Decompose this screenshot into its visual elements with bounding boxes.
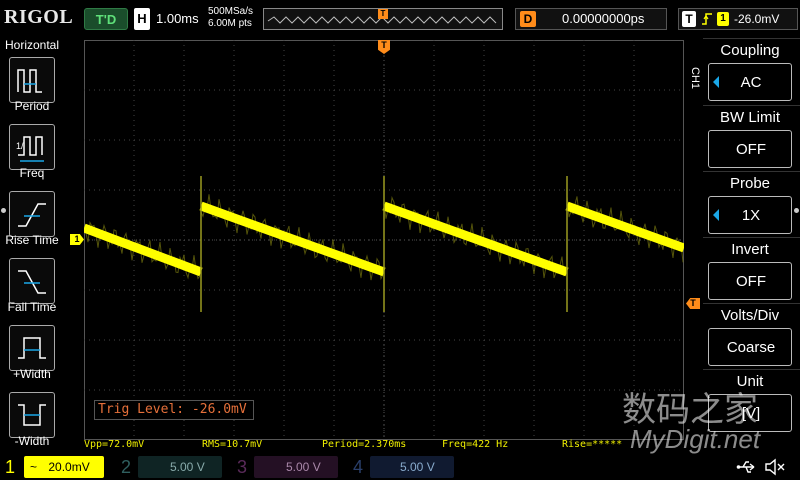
volts-div-title: Volts/Div [720, 307, 780, 324]
ch4-status[interactable]: 4 5.00 V [348, 454, 460, 480]
invert-value: OFF [736, 273, 766, 290]
trigger-channel: 1 [717, 12, 729, 26]
coupling-value: AC [740, 74, 762, 91]
ch3-status[interactable]: 3 5.00 V [232, 454, 344, 480]
ch2-scale: 5.00 V [138, 456, 222, 478]
negative-width-button[interactable] [9, 392, 55, 438]
delay-box[interactable]: D 0.00000000ps [515, 8, 667, 30]
right-menu-handle[interactable] [794, 208, 799, 213]
ch1-status[interactable]: 1 ~ 20.0mV [0, 454, 110, 480]
rising-edge-icon [702, 13, 712, 25]
negative-width-icon [18, 404, 46, 426]
freq-button[interactable]: 1/ [9, 124, 55, 170]
positive-width-icon [18, 337, 46, 359]
ch1-coupling-icon: ~ [30, 460, 38, 474]
ch2-status[interactable]: 2 5.00 V [116, 454, 228, 480]
ch3-number: 3 [236, 457, 247, 477]
ch3-scale: 5.00 V [254, 456, 338, 478]
probe-value-box[interactable]: 1X [708, 196, 792, 234]
ch1-number: 1 [4, 457, 15, 477]
timebase-label: H [134, 8, 150, 30]
bw-limit-title: BW Limit [720, 109, 780, 126]
channel-tag: CH1 [689, 66, 701, 89]
waveform-ramp [82, 223, 203, 277]
trigger-panel[interactable]: T 1 -26.0mV [678, 8, 798, 30]
acquisition-info: 500MSa/s 6.00M pts [208, 6, 253, 30]
volts-div-group[interactable]: Volts/Div Coarse [703, 303, 800, 367]
ch2-number: 2 [120, 457, 131, 477]
ch1-offset-marker[interactable]: 1 [70, 234, 84, 245]
rms-measurement[interactable]: RMS=10.7mV [202, 439, 262, 450]
positive-width-button[interactable] [9, 325, 55, 371]
fall-time-button[interactable] [9, 258, 55, 304]
left-menu-handle[interactable] [1, 208, 6, 213]
frequency-icon: 1/ [16, 136, 44, 162]
coupling-value-box[interactable]: AC [708, 63, 792, 101]
top-status-bar: RIGOL T'D H 1.00ms 500MSa/s 6.00M pts T … [0, 0, 800, 38]
rise-time-button[interactable] [9, 191, 55, 237]
ch1-scale: 20.0mV [48, 460, 90, 474]
period-button[interactable] [9, 57, 55, 103]
positive-width-label: +Width [13, 367, 51, 381]
freq-label: Freq [19, 166, 45, 180]
channel-status-bar: 1 ~ 20.0mV 2 5.00 V 3 5.00 V 4 5.00 V [0, 454, 800, 480]
measurement-bar: Vpp=72.0mV RMS=10.7mV Period=2.370ms Fre… [84, 437, 700, 453]
vpp-measurement[interactable]: Vpp=72.0mV [84, 439, 144, 450]
trigger-level-value: -26.0mV [734, 12, 780, 26]
ch4-number: 4 [352, 457, 363, 477]
probe-group[interactable]: Probe 1X [703, 171, 800, 235]
bw-limit-value-box[interactable]: OFF [708, 130, 792, 168]
ch4-scale: 5.00 V [370, 456, 454, 478]
period-icon [17, 69, 42, 93]
negative-width-label: -Width [14, 434, 50, 448]
delay-label: D [520, 11, 536, 27]
usb-icon [736, 461, 755, 473]
channel-menu: CH1 Coupling AC BW Limit OFF Probe 1X In… [689, 38, 800, 440]
trigger-label: T [682, 11, 696, 27]
period-label: Period [14, 99, 50, 113]
memory-depth: 6.00M pts [208, 18, 252, 29]
speaker-muted-icon[interactable] [764, 458, 786, 476]
volts-div-value-box[interactable]: Coarse [708, 328, 792, 366]
trigger-level-popup: Trig Level: -26.0mV [94, 400, 254, 420]
invert-value-box[interactable]: OFF [708, 262, 792, 300]
coupling-title: Coupling [720, 42, 780, 59]
freq-measurement[interactable]: Freq=422 Hz [442, 439, 508, 450]
svg-text:1/: 1/ [16, 141, 24, 151]
brand-logo: RIGOL [4, 6, 74, 28]
delay-value: 0.00000000ps [562, 11, 645, 26]
trigger-level-marker[interactable]: T [686, 298, 700, 309]
coupling-group[interactable]: Coupling AC [703, 38, 800, 102]
waveform-ramp [382, 201, 569, 277]
sample-rate: 500MSa/s [208, 6, 254, 17]
bw-limit-group[interactable]: BW Limit OFF [703, 105, 800, 169]
memory-trigger-marker: T [378, 9, 388, 19]
rise-time-label: Rise Time [5, 233, 59, 247]
probe-title: Probe [729, 175, 771, 192]
waveform-ramp [199, 201, 386, 277]
rise-measurement[interactable]: Rise=***** [562, 439, 622, 450]
period-measurement[interactable]: Period=2.370ms [322, 439, 406, 450]
bw-limit-value: OFF [736, 141, 766, 158]
graticule [82, 40, 686, 440]
waveform-display[interactable] [82, 40, 686, 440]
horizontal-measure-menu: Horizontal Period 1/ Freq Rise Time Fall… [0, 38, 64, 454]
waveform-ramp [565, 201, 686, 253]
run-status-badge[interactable]: T'D [84, 8, 128, 30]
timebase-value[interactable]: 1.00ms [156, 8, 199, 30]
volts-div-value: Coarse [726, 339, 776, 356]
fall-time-label: Fall Time [7, 300, 57, 314]
memory-position-bar[interactable]: T [263, 8, 503, 30]
rise-time-icon [18, 203, 46, 227]
fall-time-icon [18, 270, 46, 294]
probe-value: 1X [741, 207, 761, 224]
left-menu-title: Horizontal [4, 38, 60, 52]
ch1-scale-box: ~ 20.0mV [24, 456, 104, 478]
invert-group[interactable]: Invert OFF [703, 237, 800, 301]
invert-title: Invert [731, 241, 769, 258]
